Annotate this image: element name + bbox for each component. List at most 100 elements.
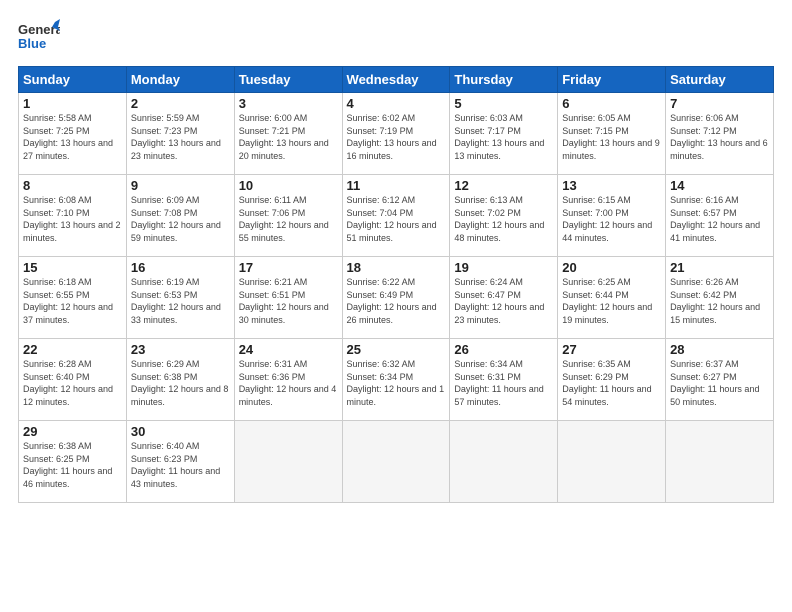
- day-info: Sunrise: 5:58 AM Sunset: 7:25 PM Dayligh…: [23, 112, 122, 162]
- day-info: Sunrise: 6:37 AM Sunset: 6:27 PM Dayligh…: [670, 358, 769, 408]
- day-number: 24: [239, 342, 338, 357]
- calendar-cell: 24 Sunrise: 6:31 AM Sunset: 6:36 PM Dayl…: [234, 339, 342, 421]
- calendar-cell: 9 Sunrise: 6:09 AM Sunset: 7:08 PM Dayli…: [126, 175, 234, 257]
- day-info: Sunrise: 6:16 AM Sunset: 6:57 PM Dayligh…: [670, 194, 769, 244]
- calendar: SundayMondayTuesdayWednesdayThursdayFrid…: [18, 66, 774, 503]
- logo-graphic: General Blue: [18, 18, 60, 58]
- day-info: Sunrise: 6:18 AM Sunset: 6:55 PM Dayligh…: [23, 276, 122, 326]
- calendar-cell: 3 Sunrise: 6:00 AM Sunset: 7:21 PM Dayli…: [234, 93, 342, 175]
- calendar-cell: 21 Sunrise: 6:26 AM Sunset: 6:42 PM Dayl…: [666, 257, 774, 339]
- day-info: Sunrise: 6:06 AM Sunset: 7:12 PM Dayligh…: [670, 112, 769, 162]
- day-number: 17: [239, 260, 338, 275]
- day-info: Sunrise: 6:02 AM Sunset: 7:19 PM Dayligh…: [347, 112, 446, 162]
- calendar-cell: 11 Sunrise: 6:12 AM Sunset: 7:04 PM Dayl…: [342, 175, 450, 257]
- day-number: 6: [562, 96, 661, 111]
- calendar-cell: 10 Sunrise: 6:11 AM Sunset: 7:06 PM Dayl…: [234, 175, 342, 257]
- weekday-header-sunday: Sunday: [19, 67, 127, 93]
- day-number: 30: [131, 424, 230, 439]
- weekday-header-wednesday: Wednesday: [342, 67, 450, 93]
- day-info: Sunrise: 6:11 AM Sunset: 7:06 PM Dayligh…: [239, 194, 338, 244]
- calendar-cell: 23 Sunrise: 6:29 AM Sunset: 6:38 PM Dayl…: [126, 339, 234, 421]
- weekday-header-tuesday: Tuesday: [234, 67, 342, 93]
- calendar-cell: [342, 421, 450, 503]
- day-info: Sunrise: 6:32 AM Sunset: 6:34 PM Dayligh…: [347, 358, 446, 408]
- day-info: Sunrise: 6:34 AM Sunset: 6:31 PM Dayligh…: [454, 358, 553, 408]
- day-number: 28: [670, 342, 769, 357]
- day-info: Sunrise: 6:00 AM Sunset: 7:21 PM Dayligh…: [239, 112, 338, 162]
- day-number: 21: [670, 260, 769, 275]
- day-number: 20: [562, 260, 661, 275]
- calendar-cell: 5 Sunrise: 6:03 AM Sunset: 7:17 PM Dayli…: [450, 93, 558, 175]
- calendar-cell: 8 Sunrise: 6:08 AM Sunset: 7:10 PM Dayli…: [19, 175, 127, 257]
- day-number: 23: [131, 342, 230, 357]
- day-info: Sunrise: 6:21 AM Sunset: 6:51 PM Dayligh…: [239, 276, 338, 326]
- calendar-cell: 19 Sunrise: 6:24 AM Sunset: 6:47 PM Dayl…: [450, 257, 558, 339]
- weekday-header-thursday: Thursday: [450, 67, 558, 93]
- day-info: Sunrise: 6:25 AM Sunset: 6:44 PM Dayligh…: [562, 276, 661, 326]
- calendar-cell: 22 Sunrise: 6:28 AM Sunset: 6:40 PM Dayl…: [19, 339, 127, 421]
- day-info: Sunrise: 6:28 AM Sunset: 6:40 PM Dayligh…: [23, 358, 122, 408]
- day-number: 26: [454, 342, 553, 357]
- calendar-cell: 15 Sunrise: 6:18 AM Sunset: 6:55 PM Dayl…: [19, 257, 127, 339]
- day-info: Sunrise: 6:35 AM Sunset: 6:29 PM Dayligh…: [562, 358, 661, 408]
- calendar-cell: 7 Sunrise: 6:06 AM Sunset: 7:12 PM Dayli…: [666, 93, 774, 175]
- day-info: Sunrise: 6:40 AM Sunset: 6:23 PM Dayligh…: [131, 440, 230, 490]
- calendar-cell: 6 Sunrise: 6:05 AM Sunset: 7:15 PM Dayli…: [558, 93, 666, 175]
- calendar-cell: 30 Sunrise: 6:40 AM Sunset: 6:23 PM Dayl…: [126, 421, 234, 503]
- logo: General Blue: [18, 18, 60, 58]
- day-number: 27: [562, 342, 661, 357]
- day-number: 18: [347, 260, 446, 275]
- day-number: 13: [562, 178, 661, 193]
- day-info: Sunrise: 6:13 AM Sunset: 7:02 PM Dayligh…: [454, 194, 553, 244]
- calendar-cell: 26 Sunrise: 6:34 AM Sunset: 6:31 PM Dayl…: [450, 339, 558, 421]
- calendar-cell: 27 Sunrise: 6:35 AM Sunset: 6:29 PM Dayl…: [558, 339, 666, 421]
- day-number: 15: [23, 260, 122, 275]
- day-number: 22: [23, 342, 122, 357]
- day-number: 14: [670, 178, 769, 193]
- calendar-cell: 2 Sunrise: 5:59 AM Sunset: 7:23 PM Dayli…: [126, 93, 234, 175]
- day-info: Sunrise: 6:03 AM Sunset: 7:17 PM Dayligh…: [454, 112, 553, 162]
- day-number: 11: [347, 178, 446, 193]
- day-number: 12: [454, 178, 553, 193]
- calendar-cell: 1 Sunrise: 5:58 AM Sunset: 7:25 PM Dayli…: [19, 93, 127, 175]
- day-number: 10: [239, 178, 338, 193]
- day-info: Sunrise: 6:38 AM Sunset: 6:25 PM Dayligh…: [23, 440, 122, 490]
- calendar-cell: 20 Sunrise: 6:25 AM Sunset: 6:44 PM Dayl…: [558, 257, 666, 339]
- day-info: Sunrise: 6:09 AM Sunset: 7:08 PM Dayligh…: [131, 194, 230, 244]
- calendar-cell: 16 Sunrise: 6:19 AM Sunset: 6:53 PM Dayl…: [126, 257, 234, 339]
- day-number: 3: [239, 96, 338, 111]
- calendar-cell: 18 Sunrise: 6:22 AM Sunset: 6:49 PM Dayl…: [342, 257, 450, 339]
- day-info: Sunrise: 6:19 AM Sunset: 6:53 PM Dayligh…: [131, 276, 230, 326]
- weekday-header-friday: Friday: [558, 67, 666, 93]
- calendar-cell: [666, 421, 774, 503]
- day-info: Sunrise: 6:12 AM Sunset: 7:04 PM Dayligh…: [347, 194, 446, 244]
- svg-text:Blue: Blue: [18, 36, 46, 51]
- calendar-cell: 29 Sunrise: 6:38 AM Sunset: 6:25 PM Dayl…: [19, 421, 127, 503]
- day-info: Sunrise: 5:59 AM Sunset: 7:23 PM Dayligh…: [131, 112, 230, 162]
- calendar-cell: [234, 421, 342, 503]
- day-number: 9: [131, 178, 230, 193]
- day-info: Sunrise: 6:29 AM Sunset: 6:38 PM Dayligh…: [131, 358, 230, 408]
- weekday-header-monday: Monday: [126, 67, 234, 93]
- day-number: 16: [131, 260, 230, 275]
- day-number: 7: [670, 96, 769, 111]
- day-info: Sunrise: 6:05 AM Sunset: 7:15 PM Dayligh…: [562, 112, 661, 162]
- calendar-cell: 25 Sunrise: 6:32 AM Sunset: 6:34 PM Dayl…: [342, 339, 450, 421]
- day-info: Sunrise: 6:22 AM Sunset: 6:49 PM Dayligh…: [347, 276, 446, 326]
- day-number: 2: [131, 96, 230, 111]
- calendar-cell: 13 Sunrise: 6:15 AM Sunset: 7:00 PM Dayl…: [558, 175, 666, 257]
- day-info: Sunrise: 6:31 AM Sunset: 6:36 PM Dayligh…: [239, 358, 338, 408]
- calendar-cell: 12 Sunrise: 6:13 AM Sunset: 7:02 PM Dayl…: [450, 175, 558, 257]
- weekday-header-saturday: Saturday: [666, 67, 774, 93]
- calendar-cell: 28 Sunrise: 6:37 AM Sunset: 6:27 PM Dayl…: [666, 339, 774, 421]
- calendar-cell: [558, 421, 666, 503]
- day-number: 5: [454, 96, 553, 111]
- day-number: 8: [23, 178, 122, 193]
- day-info: Sunrise: 6:26 AM Sunset: 6:42 PM Dayligh…: [670, 276, 769, 326]
- day-info: Sunrise: 6:15 AM Sunset: 7:00 PM Dayligh…: [562, 194, 661, 244]
- calendar-cell: [450, 421, 558, 503]
- day-info: Sunrise: 6:08 AM Sunset: 7:10 PM Dayligh…: [23, 194, 122, 244]
- day-number: 4: [347, 96, 446, 111]
- calendar-cell: 17 Sunrise: 6:21 AM Sunset: 6:51 PM Dayl…: [234, 257, 342, 339]
- day-number: 1: [23, 96, 122, 111]
